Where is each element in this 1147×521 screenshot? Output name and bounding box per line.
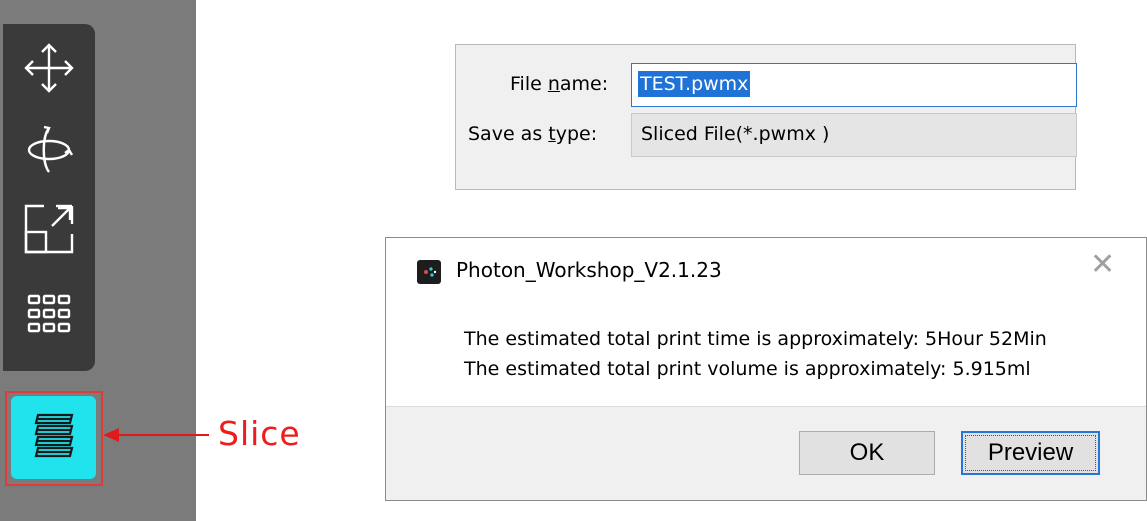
ok-button[interactable]: OK <box>799 431 935 475</box>
tool-panel <box>3 24 95 371</box>
dialog-title: Photon_Workshop_V2.1.23 <box>456 258 722 282</box>
grid-icon <box>27 294 71 333</box>
print-volume-message: The estimated total print volume is appr… <box>464 358 1031 380</box>
save-type-select[interactable]: Sliced File(*.pwmx ) <box>631 113 1077 157</box>
print-estimate-dialog: Photon_Workshop_V2.1.23 ✕ The estimated … <box>385 237 1147 501</box>
annotation-arrow <box>103 428 209 442</box>
filename-row: File name: TEST.pwmx <box>456 63 1077 107</box>
focus-ring <box>965 435 1096 471</box>
scale-tool-button[interactable] <box>3 189 95 269</box>
rotate-tool-button[interactable] <box>3 110 95 190</box>
save-as-panel: File name: TEST.pwmx Save as type: Slice… <box>455 44 1077 190</box>
layers-icon <box>34 413 73 457</box>
print-time-message: The estimated total print time is approx… <box>464 328 1047 350</box>
save-type-label: Save as type: <box>468 123 598 145</box>
scale-icon <box>24 204 74 254</box>
filename-selected-text: TEST.pwmx <box>638 71 751 97</box>
move-icon <box>24 43 74 93</box>
save-type-value: Sliced File(*.pwmx ) <box>641 123 830 145</box>
dialog-button-bar: OK Preview <box>386 406 1146 500</box>
close-icon[interactable]: ✕ <box>1090 250 1115 280</box>
grid-tool-button[interactable] <box>3 274 95 354</box>
move-tool-button[interactable] <box>3 28 95 108</box>
rotate-icon <box>27 125 74 173</box>
preview-button[interactable]: Preview <box>961 431 1100 475</box>
slice-annotation-label: Slice <box>218 414 301 453</box>
filename-input[interactable]: TEST.pwmx <box>631 63 1077 107</box>
app-icon <box>417 260 441 284</box>
filename-label: File name: <box>510 73 609 95</box>
slice-button[interactable] <box>11 396 96 479</box>
save-type-row: Save as type: Sliced File(*.pwmx ) <box>456 113 1077 157</box>
